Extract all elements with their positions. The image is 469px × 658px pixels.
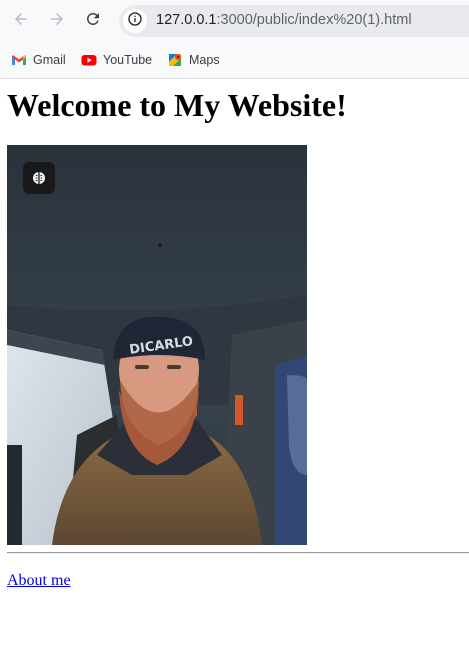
- photo-selfie: DICARLO: [7, 145, 307, 545]
- bookmark-maps[interactable]: Maps: [167, 50, 220, 70]
- google-lens-icon: [31, 170, 47, 186]
- maps-icon: [167, 52, 183, 68]
- reload-icon: [84, 10, 102, 33]
- page-content: Welcome to My Website! DICARLO About me: [0, 79, 469, 658]
- bookmark-gmail-label: Gmail: [33, 53, 66, 67]
- back-button[interactable]: [7, 7, 35, 35]
- site-info-button[interactable]: [123, 9, 147, 33]
- page-heading: Welcome to My Website!: [7, 87, 347, 123]
- bookmark-gmail[interactable]: Gmail: [11, 50, 66, 70]
- content-divider: [7, 552, 469, 554]
- about-me-link[interactable]: About me: [7, 572, 71, 590]
- bookmark-maps-label: Maps: [189, 53, 220, 67]
- address-bar[interactable]: 127.0.0.1:3000/public/index%20(1).html: [119, 5, 469, 37]
- bookmark-youtube-label: YouTube: [103, 53, 153, 67]
- google-lens-button[interactable]: [23, 162, 55, 194]
- browser-toolbar: 127.0.0.1:3000/public/index%20(1).html: [0, 0, 469, 42]
- info-circle-icon: [127, 11, 143, 32]
- arrow-right-icon: [48, 10, 66, 33]
- url-host: 127.0.0.1: [156, 12, 217, 28]
- arrow-left-icon: [12, 10, 30, 33]
- url-text[interactable]: 127.0.0.1:3000/public/index%20(1).html: [156, 12, 412, 28]
- reload-button[interactable]: [79, 7, 107, 35]
- youtube-icon: [81, 52, 97, 68]
- forward-button[interactable]: [43, 7, 71, 35]
- profile-photo: DICARLO: [7, 145, 307, 545]
- bookmark-youtube[interactable]: YouTube: [81, 50, 152, 70]
- gmail-icon: [11, 52, 27, 68]
- bookmarks-bar: Gmail YouTube Maps: [0, 42, 469, 79]
- url-path: :3000/public/index%20(1).html: [216, 12, 412, 28]
